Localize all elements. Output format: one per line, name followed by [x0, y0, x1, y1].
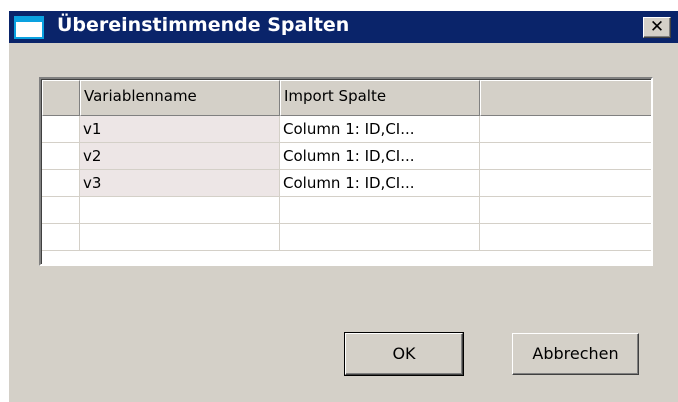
import-column-cell[interactable]: Column 1: ID,CI... — [280, 143, 480, 170]
row-selector[interactable] — [42, 224, 80, 251]
extra-cell[interactable] — [480, 224, 651, 251]
close-button[interactable]: ✕ — [643, 17, 671, 38]
import-column-cell[interactable] — [280, 224, 480, 251]
extra-cell[interactable] — [480, 116, 651, 143]
title-bar[interactable]: Übereinstimmende Spalten ✕ — [9, 11, 678, 43]
table-row[interactable] — [42, 224, 651, 251]
variable-name-cell[interactable]: v1 — [80, 116, 280, 143]
extra-cell[interactable] — [480, 197, 651, 224]
grid-body: Variablenname Import Spalte v1 Column 1:… — [41, 79, 651, 264]
import-column-cell[interactable]: Column 1: ID,CI... — [280, 116, 480, 143]
row-selector-header — [42, 80, 80, 116]
table-row[interactable]: v2 Column 1: ID,CI... — [42, 143, 651, 170]
window-title: Übereinstimmende Spalten — [57, 14, 350, 36]
import-column-cell[interactable] — [280, 197, 480, 224]
import-column-cell[interactable]: Column 1: ID,CI... — [280, 170, 480, 197]
row-selector[interactable] — [42, 197, 80, 224]
variable-name-cell[interactable] — [80, 197, 280, 224]
variable-name-cell[interactable] — [80, 224, 280, 251]
ok-button[interactable]: OK — [344, 332, 464, 376]
row-selector[interactable] — [42, 170, 80, 197]
row-selector[interactable] — [42, 143, 80, 170]
extra-cell[interactable] — [480, 170, 651, 197]
dialog-window: Übereinstimmende Spalten ✕ Variablenname… — [8, 10, 678, 402]
row-selector[interactable] — [42, 116, 80, 143]
column-header-empty[interactable] — [480, 80, 651, 116]
extra-cell[interactable] — [480, 143, 651, 170]
window-icon — [14, 16, 44, 39]
table-row[interactable]: v3 Column 1: ID,CI... — [42, 170, 651, 197]
column-header-variable-name[interactable]: Variablenname — [80, 80, 280, 116]
table-row[interactable] — [42, 197, 651, 224]
variable-name-cell[interactable]: v3 — [80, 170, 280, 197]
matching-columns-grid[interactable]: Variablenname Import Spalte v1 Column 1:… — [39, 77, 653, 266]
cancel-button[interactable]: Abbrechen — [512, 333, 639, 375]
column-header-import-column[interactable]: Import Spalte — [280, 80, 480, 116]
variable-name-cell[interactable]: v2 — [80, 143, 280, 170]
table-row[interactable]: v1 Column 1: ID,CI... — [42, 116, 651, 143]
